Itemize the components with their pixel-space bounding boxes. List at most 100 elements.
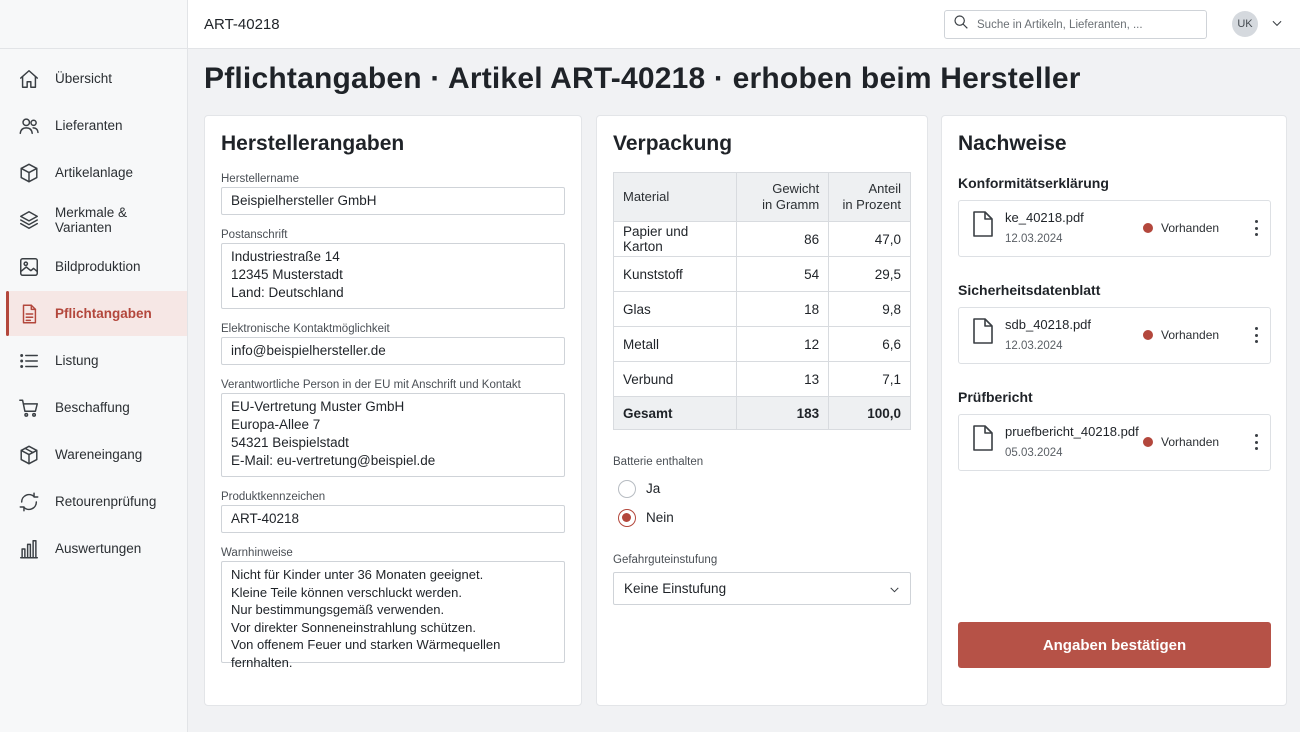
chevron-down-icon	[888, 583, 901, 596]
share-cell: 29,5	[828, 256, 911, 292]
manufacturer-name-field[interactable]: Beispielhersteller GmbH	[221, 187, 565, 215]
sidebar-item-artikelanlage[interactable]: Artikelanlage	[6, 150, 187, 195]
radio-button-selected[interactable]	[618, 508, 636, 527]
file-name[interactable]: ke_40218.pdf	[1005, 210, 1084, 225]
search-box[interactable]	[944, 10, 1207, 39]
sidebar-item-pflichtangaben[interactable]: Pflichtangaben	[6, 291, 187, 336]
sidebar-item-bildproduktion[interactable]: Bildproduktion	[6, 244, 187, 289]
table-total-row: Gesamt 183 100,0	[612, 396, 911, 430]
radio-option-nein[interactable]: Nein	[618, 503, 911, 532]
field-label: Postanschrift	[221, 229, 288, 241]
weight-cell[interactable]: 54	[736, 256, 830, 292]
field-label: Warnhinweise	[221, 547, 293, 559]
sidebar-item-wareneingang[interactable]: Wareneingang	[6, 432, 187, 477]
document-item[interactable]: sdb_40218.pdf 12.03.2024 Vorhanden	[958, 307, 1271, 364]
weight-cell[interactable]: 13	[736, 361, 830, 397]
share-cell: 9,8	[828, 291, 911, 327]
home-icon	[18, 68, 40, 90]
sidebar-item-label: Bildproduktion	[55, 259, 141, 274]
sidebar-item-merkmale[interactable]: Merkmale & Varianten	[6, 197, 187, 242]
table-row: Papier und Karton 86 47,0	[612, 221, 911, 257]
status-text: Vorhanden	[1161, 328, 1220, 342]
doc-group-heading: Prüfbericht	[958, 389, 1033, 405]
weight-cell[interactable]: 12	[736, 326, 830, 362]
electronic-contact-field[interactable]: info@beispielhersteller.de	[221, 337, 565, 365]
status-text: Vorhanden	[1161, 435, 1220, 449]
status-text: Vorhanden	[1161, 221, 1220, 235]
status-dot-icon	[1143, 437, 1153, 447]
radio-option-ja[interactable]: Ja	[618, 474, 911, 503]
sidebar-item-uebersicht[interactable]: Übersicht	[6, 56, 187, 101]
search-icon	[953, 14, 969, 35]
sidebar-header	[0, 0, 187, 49]
sidebar-item-lieferanten[interactable]: Lieferanten	[6, 103, 187, 148]
field-label: Elektronische Kontaktmöglichkeit	[221, 323, 390, 335]
field-label: Herstellername	[221, 173, 299, 185]
file-icon	[972, 318, 994, 344]
table-header-row: Material Gewicht in Gramm Anteil in Proz…	[612, 172, 911, 222]
total-label: Gesamt	[612, 396, 738, 430]
material-cell: Glas	[612, 291, 738, 327]
avatar[interactable]: UK	[1232, 11, 1258, 37]
packaging-table: Material Gewicht in Gramm Anteil in Proz…	[612, 172, 911, 430]
document-item[interactable]: pruefbericht_40218.pdf 05.03.2024 Vorhan…	[958, 414, 1271, 471]
file-date: 12.03.2024	[1005, 233, 1063, 245]
card-title: Verpackung	[613, 132, 733, 155]
chevron-down-icon[interactable]	[1270, 16, 1284, 30]
material-cell: Metall	[612, 326, 738, 362]
total-weight: 183	[736, 396, 830, 430]
bar-chart-icon	[18, 538, 40, 560]
column-header: Anteil in Prozent	[828, 172, 911, 222]
table-row: Kunststoff 54 29,5	[612, 256, 911, 292]
material-cell: Kunststoff	[612, 256, 738, 292]
file-name[interactable]: sdb_40218.pdf	[1005, 317, 1091, 332]
material-cell: Papier und Karton	[612, 221, 738, 257]
more-options-icon[interactable]	[1247, 218, 1265, 238]
breadcrumb[interactable]: ART-40218	[204, 16, 280, 33]
product-identifier-field[interactable]: ART-40218	[221, 505, 565, 533]
share-cell: 7,1	[828, 361, 911, 397]
page-title: Pflichtangaben · Artikel ART-40218 · erh…	[204, 62, 1081, 95]
confirm-button[interactable]: Angaben bestätigen	[958, 622, 1271, 668]
box-icon	[18, 162, 40, 184]
radio-label: Nein	[646, 510, 674, 525]
status-badge: Vorhanden	[1143, 328, 1219, 342]
more-options-icon[interactable]	[1247, 432, 1265, 452]
sidebar-item-listung[interactable]: Listung	[6, 338, 187, 383]
battery-label: Batterie enthalten	[613, 456, 704, 468]
more-options-icon[interactable]	[1247, 325, 1265, 345]
sidebar-nav: Übersicht Lieferanten Artikelanlage Merk…	[0, 49, 187, 571]
warnings-field[interactable]: Nicht für Kinder unter 36 Monaten geeign…	[221, 561, 565, 670]
users-icon	[18, 115, 40, 137]
file-icon	[972, 211, 994, 237]
card-verpackung: Verpackung Material Gewicht in Gramm Ant…	[596, 115, 928, 706]
sidebar-item-label: Auswertungen	[55, 541, 142, 556]
search-input[interactable]	[977, 18, 1197, 31]
file-name[interactable]: pruefbericht_40218.pdf	[1005, 424, 1139, 439]
card-title: Herstellerangaben	[221, 132, 405, 155]
hazard-select[interactable]: Keine Einstufung	[613, 572, 911, 605]
share-cell: 47,0	[828, 221, 911, 257]
sidebar-item-label: Retourenprüfung	[55, 494, 157, 509]
total-share: 100,0	[828, 396, 911, 430]
radio-label: Ja	[646, 481, 661, 496]
sidebar-item-label: Wareneingang	[55, 447, 143, 462]
sidebar-item-retourenpruefung[interactable]: Retourenprüfung	[6, 479, 187, 524]
status-dot-icon	[1143, 330, 1153, 340]
document-item[interactable]: ke_40218.pdf 12.03.2024 Vorhanden	[958, 200, 1271, 257]
eu-responsible-person-field[interactable]: EU-Vertretung Muster GmbH Europa-Allee 7…	[221, 393, 565, 477]
radio-button[interactable]	[618, 479, 636, 498]
cart-icon	[18, 397, 40, 419]
sidebar-item-auswertungen[interactable]: Auswertungen	[6, 526, 187, 571]
postal-address-field[interactable]: Industriestraße 14 12345 Musterstadt Lan…	[221, 243, 565, 309]
weight-cell[interactable]: 18	[736, 291, 830, 327]
sidebar-item-label: Artikelanlage	[55, 165, 134, 180]
hazard-label: Gefahrguteinstufung	[613, 554, 718, 566]
sidebar-item-beschaffung[interactable]: Beschaffung	[6, 385, 187, 430]
card-herstellerangaben: Herstellerangaben Herstellername Beispie…	[204, 115, 582, 706]
package-icon	[18, 444, 40, 466]
status-badge: Vorhanden	[1143, 221, 1219, 235]
refresh-icon	[18, 491, 40, 513]
layers-icon	[18, 209, 40, 231]
weight-cell[interactable]: 86	[736, 221, 830, 257]
